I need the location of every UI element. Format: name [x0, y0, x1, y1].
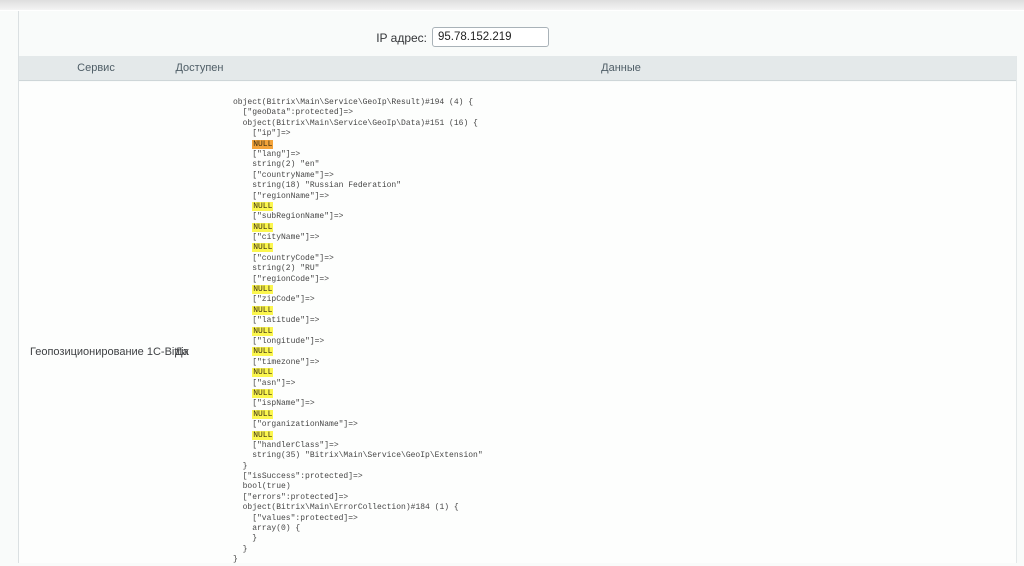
- dump-line: ["asn"]=>: [233, 379, 483, 389]
- dump-line: NULL: [233, 431, 483, 441]
- dump-line: NULL: [233, 243, 483, 253]
- dump-line: ["geoData":protected]=>: [233, 108, 483, 118]
- dump-line: }: [233, 555, 483, 565]
- dump-line: }: [233, 534, 483, 544]
- dump-line: NULL: [233, 285, 483, 295]
- dump-line: ["organizationName"]=>: [233, 420, 483, 430]
- null-highlight-yellow: NULL: [252, 410, 273, 419]
- dump-line: string(35) "Bitrix\Main\Service\GeoIp\Ex…: [233, 451, 483, 461]
- dump-line: ["cityName"]=>: [233, 233, 483, 243]
- dump-line: ["countryName"]=>: [233, 171, 483, 181]
- dump-line: ["subRegionName"]=>: [233, 212, 483, 222]
- null-highlight-yellow: NULL: [252, 285, 273, 294]
- dump-line: string(18) "Russian Federation": [233, 181, 483, 191]
- dump-line: ["longitude"]=>: [233, 337, 483, 347]
- dump-line: ["isSuccess":protected]=>: [233, 472, 483, 482]
- ip-address-input[interactable]: [432, 27, 549, 47]
- null-highlight-yellow: NULL: [252, 431, 273, 440]
- dump-line: ["values":protected]=>: [233, 514, 483, 524]
- dump-line: ["ispName"]=>: [233, 399, 483, 409]
- dump-line: object(Bitrix\Main\Service\GeoIp\Result)…: [233, 98, 483, 108]
- dump-line: array(0) {: [233, 524, 483, 534]
- dump-line: string(2) "RU": [233, 264, 483, 274]
- null-highlight-yellow: NULL: [252, 347, 273, 356]
- dump-line: NULL: [233, 410, 483, 420]
- dump-line: ["countryCode"]=>: [233, 254, 483, 264]
- column-header-data: Данные: [226, 56, 1016, 80]
- dump-line: NULL: [233, 223, 483, 233]
- dump-line: ["handlerClass"]=>: [233, 441, 483, 451]
- dump-line: NULL: [233, 327, 483, 337]
- table-header-row: Сервис Доступен Данные: [19, 56, 1016, 81]
- dump-line: NULL: [233, 368, 483, 378]
- dump-line: NULL: [233, 347, 483, 357]
- dump-line: object(Bitrix\Main\Service\GeoIp\Data)#1…: [233, 119, 483, 129]
- dump-line: }: [233, 462, 483, 472]
- dump-line: ["ip"]=>: [233, 129, 483, 139]
- ip-address-label: IP адрес:: [260, 31, 427, 45]
- table-right-border: [1016, 56, 1017, 563]
- null-highlight-yellow: NULL: [252, 306, 273, 315]
- table-body: Геопозиционирование 1C-Bitrix Да object(…: [19, 82, 1016, 563]
- dump-line: NULL: [233, 389, 483, 399]
- dump-line: ["timezone"]=>: [233, 358, 483, 368]
- dump-line: NULL: [233, 202, 483, 212]
- null-highlight-yellow: NULL: [252, 202, 273, 211]
- null-highlight-yellow: NULL: [252, 223, 273, 232]
- null-highlight-orange: NULL: [252, 140, 273, 149]
- null-highlight-yellow: NULL: [252, 327, 273, 336]
- dump-line: object(Bitrix\Main\ErrorCollection)#184 …: [233, 503, 483, 513]
- null-highlight-yellow: NULL: [252, 368, 273, 377]
- dump-line: ["errors":protected]=>: [233, 493, 483, 503]
- dump-line: bool(true): [233, 482, 483, 492]
- dump-line: string(2) "en": [233, 160, 483, 170]
- column-header-service: Сервис: [19, 56, 173, 80]
- dump-line: ["lang"]=>: [233, 150, 483, 160]
- dump-line: NULL: [233, 140, 483, 150]
- var-dump: object(Bitrix\Main\Service\GeoIp\Result)…: [233, 98, 483, 566]
- dump-line: }: [233, 545, 483, 555]
- dump-line: ["latitude"]=>: [233, 316, 483, 326]
- dump-line: ["regionName"]=>: [233, 192, 483, 202]
- dump-line: ["zipCode"]=>: [233, 295, 483, 305]
- top-divider-bar: [0, 0, 1024, 11]
- dump-line: ["regionCode"]=>: [233, 275, 483, 285]
- dump-line: NULL: [233, 306, 483, 316]
- null-highlight-yellow: NULL: [252, 389, 273, 398]
- service-name-cell: Геопозиционирование 1C-Bitrix: [30, 346, 189, 358]
- null-highlight-yellow: NULL: [252, 243, 273, 252]
- service-available-cell: Да: [175, 346, 189, 358]
- column-header-available: Доступен: [173, 56, 226, 80]
